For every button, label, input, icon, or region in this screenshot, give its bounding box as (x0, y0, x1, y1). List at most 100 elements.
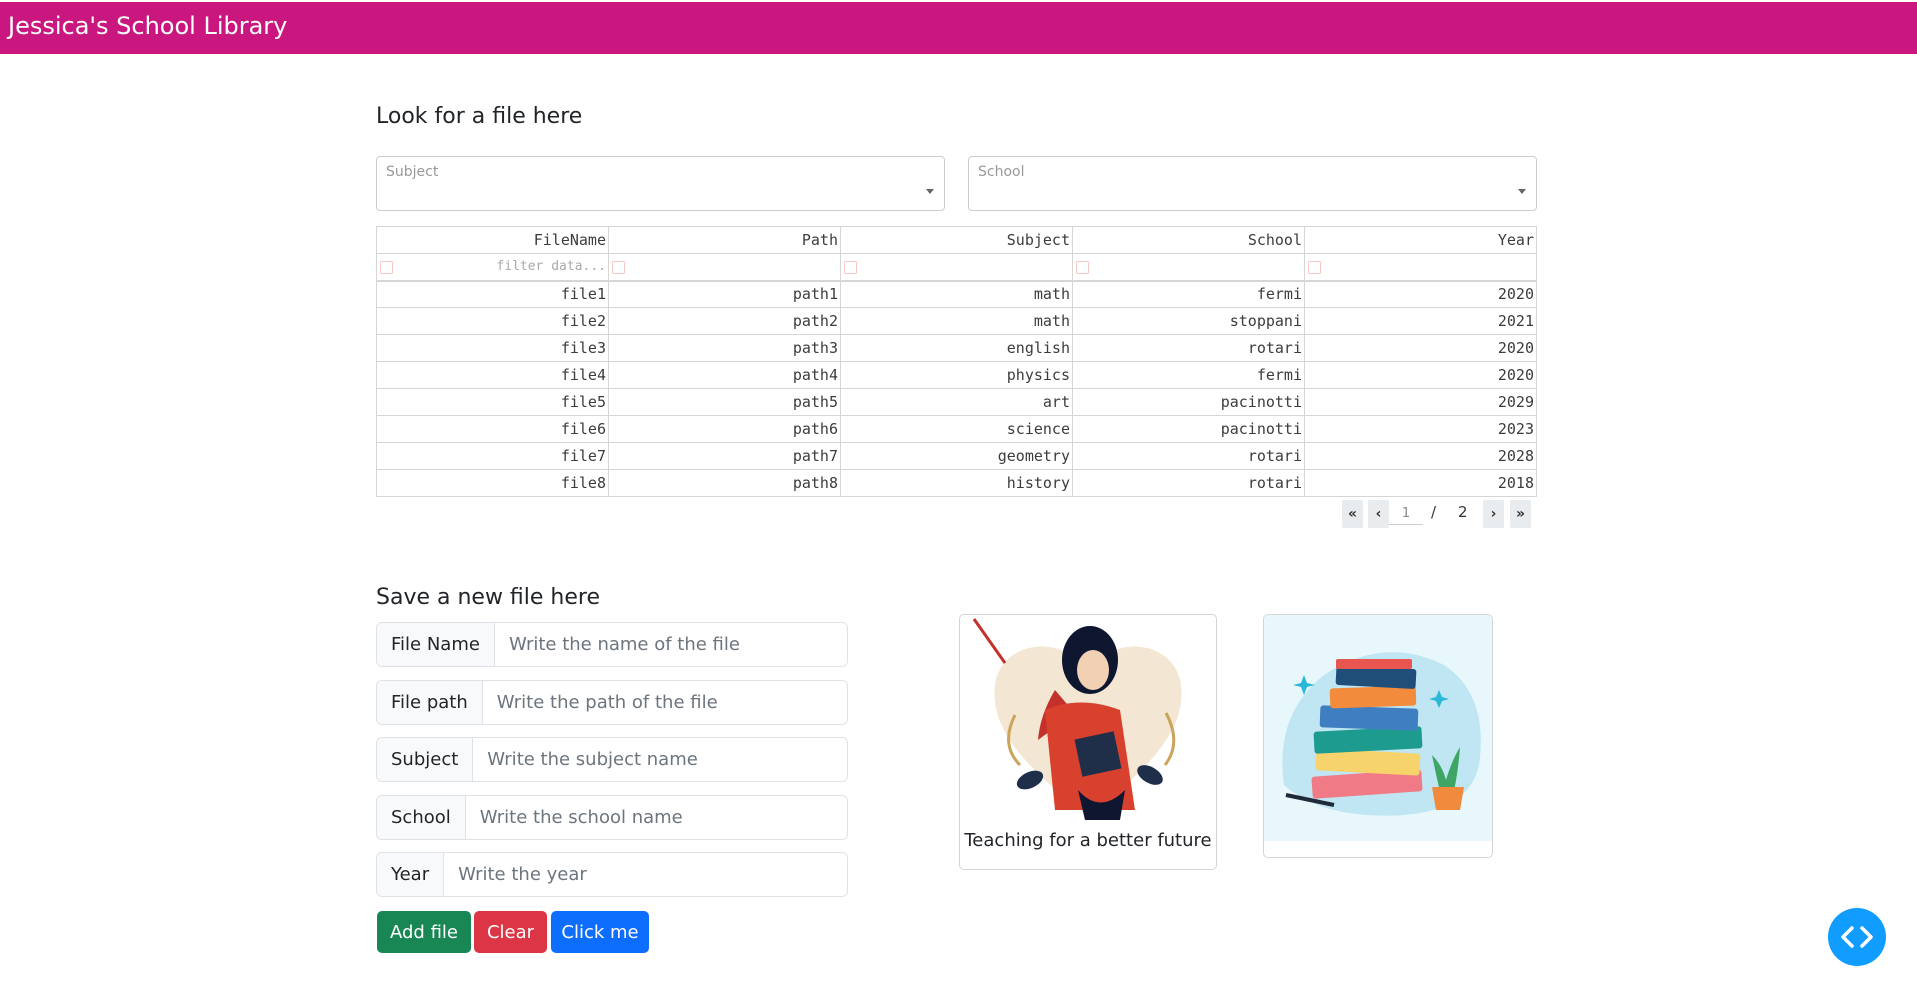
table-cell[interactable]: path5 (608, 388, 841, 416)
table-row: file4 path4 physics fermi 2020 (376, 361, 1537, 389)
filter-cell[interactable] (1304, 253, 1537, 282)
click-me-button[interactable]: Click me (551, 911, 649, 953)
double-chevron-right-icon: » (1515, 506, 1526, 522)
first-page-button[interactable]: « (1342, 500, 1363, 528)
file-name-label: File Name (377, 623, 495, 666)
table-cell[interactable]: pacinotti (1072, 388, 1305, 416)
table-row: file3 path3 english rotari 2020 (376, 334, 1537, 362)
file-path-input[interactable] (482, 681, 847, 724)
table-cell[interactable]: file2 (376, 307, 609, 335)
school-dropdown-placeholder: School (978, 164, 1025, 180)
table-cell[interactable]: path3 (608, 334, 841, 362)
teacher-illustration (972, 618, 1182, 820)
books-card (1263, 614, 1493, 858)
books-illustration (1264, 615, 1492, 841)
subject-dropdown-placeholder: Subject (386, 164, 439, 180)
table-cell[interactable]: 2018 (1304, 469, 1537, 497)
column-header-year[interactable]: Year (1304, 226, 1537, 254)
table-cell[interactable]: path7 (608, 442, 841, 470)
table-cell[interactable]: math (840, 280, 1073, 308)
school-dropdown[interactable]: School (968, 156, 1537, 211)
table-cell[interactable]: file5 (376, 388, 609, 416)
table-cell[interactable]: rotari (1072, 469, 1305, 497)
code-brackets-icon (1841, 926, 1873, 948)
subject-dropdown[interactable]: Subject (376, 156, 945, 211)
filter-cell[interactable] (1072, 253, 1305, 282)
table-cell[interactable]: history (840, 469, 1073, 497)
subject-input[interactable] (473, 738, 847, 781)
add-file-button[interactable]: Add file (377, 911, 471, 953)
app-title: Jessica's School Library (8, 12, 288, 40)
table-cell[interactable]: file1 (376, 280, 609, 308)
table-cell[interactable]: 2021 (1304, 307, 1537, 335)
chevron-left-icon: ‹ (1375, 506, 1382, 522)
year-label: Year (377, 853, 445, 896)
table-cell[interactable]: 2028 (1304, 442, 1537, 470)
year-input[interactable] (444, 853, 847, 896)
table-cell[interactable]: file4 (376, 361, 609, 389)
file-name-group: File Name (376, 622, 848, 667)
school-label: School (377, 796, 466, 839)
teacher-card: Teaching for a better future (959, 614, 1217, 870)
table-cell[interactable]: path4 (608, 361, 841, 389)
table-cell[interactable]: path2 (608, 307, 841, 335)
teacher-card-caption: Teaching for a better future (964, 830, 1212, 851)
table-cell[interactable]: file6 (376, 415, 609, 443)
table-cell[interactable]: 2029 (1304, 388, 1537, 416)
table-cell[interactable]: math (840, 307, 1073, 335)
table-cell[interactable]: 2020 (1304, 361, 1537, 389)
chevron-right-icon: › (1490, 506, 1497, 522)
table-row: file5 path5 art pacinotti 2029 (376, 388, 1537, 416)
next-page-button[interactable]: › (1483, 500, 1504, 528)
debug-toggle-button[interactable] (1828, 908, 1886, 966)
case-toggle-icon[interactable] (612, 261, 625, 274)
table-cell[interactable]: physics (840, 361, 1073, 389)
table-cell[interactable]: path1 (608, 280, 841, 308)
clear-button[interactable]: Clear (474, 911, 547, 953)
save-section-title: Save a new file here (376, 585, 601, 610)
table-cell[interactable]: geometry (840, 442, 1073, 470)
table-cell[interactable]: file8 (376, 469, 609, 497)
subject-group: Subject (376, 737, 848, 782)
school-input[interactable] (465, 796, 847, 839)
table-cell[interactable]: art (840, 388, 1073, 416)
table-row: file1 path1 math fermi 2020 (376, 280, 1537, 308)
column-header-filename[interactable]: FileName (376, 226, 609, 254)
column-header-path[interactable]: Path (608, 226, 841, 254)
table-cell[interactable]: 2020 (1304, 280, 1537, 308)
table-cell[interactable]: science (840, 415, 1073, 443)
case-toggle-icon[interactable] (380, 261, 393, 274)
double-chevron-left-icon: « (1347, 506, 1358, 522)
table-row: file2 path2 math stoppani 2021 (376, 307, 1537, 335)
case-toggle-icon[interactable] (1308, 261, 1321, 274)
table-cell[interactable]: rotari (1072, 334, 1305, 362)
filter-cell[interactable] (840, 253, 1073, 282)
table-cell[interactable]: fermi (1072, 280, 1305, 308)
table-cell[interactable]: rotari (1072, 442, 1305, 470)
table-cell[interactable]: 2023 (1304, 415, 1537, 443)
filter-cell[interactable]: filter data... (376, 253, 609, 282)
table-cell[interactable]: path6 (608, 415, 841, 443)
table-header-row: FileName Path Subject School Year (376, 226, 1537, 254)
file-path-label: File path (377, 681, 483, 724)
case-toggle-icon[interactable] (844, 261, 857, 274)
navbar: Jessica's School Library (0, 2, 1917, 54)
column-header-school[interactable]: School (1072, 226, 1305, 254)
case-toggle-icon[interactable] (1076, 261, 1089, 274)
prev-page-button[interactable]: ‹ (1368, 500, 1389, 528)
table-row: file7 path7 geometry rotari 2028 (376, 442, 1537, 470)
current-page-input[interactable] (1389, 503, 1423, 525)
dropdown-caret-icon (1518, 189, 1526, 194)
table-cell[interactable]: fermi (1072, 361, 1305, 389)
table-cell[interactable]: 2020 (1304, 334, 1537, 362)
filter-cell[interactable] (608, 253, 841, 282)
file-name-input[interactable] (494, 623, 847, 666)
table-cell[interactable]: stoppani (1072, 307, 1305, 335)
column-header-subject[interactable]: Subject (840, 226, 1073, 254)
table-cell[interactable]: english (840, 334, 1073, 362)
table-cell[interactable]: file3 (376, 334, 609, 362)
table-cell[interactable]: pacinotti (1072, 415, 1305, 443)
table-cell[interactable]: path8 (608, 469, 841, 497)
last-page-button[interactable]: » (1510, 500, 1531, 528)
table-cell[interactable]: file7 (376, 442, 609, 470)
